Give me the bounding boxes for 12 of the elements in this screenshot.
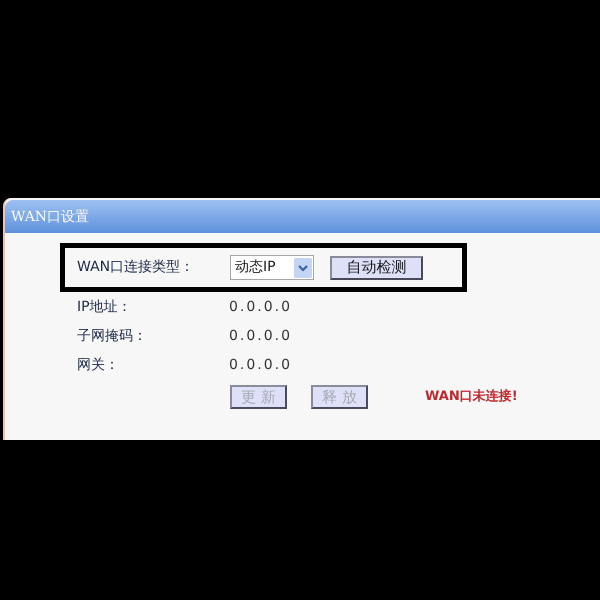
field-label: 网关： bbox=[77, 356, 120, 375]
field-label: IP地址： bbox=[77, 298, 133, 317]
status-message: WAN口未连接! bbox=[425, 388, 518, 406]
action-button[interactable]: 自动检测 bbox=[330, 256, 423, 280]
connection-type-select[interactable]: 动态IP bbox=[230, 255, 314, 280]
field-value: 0.0.0.0 bbox=[229, 327, 292, 346]
chevron-down-icon bbox=[294, 258, 312, 278]
panel-title: WAN口设置 bbox=[11, 210, 90, 224]
connection-type-label: WAN口连接类型： bbox=[77, 258, 196, 277]
field-value: 0.0.0.0 bbox=[229, 356, 292, 375]
field-value: 0.0.0.0 bbox=[229, 298, 292, 317]
field-label: 子网掩码： bbox=[77, 327, 148, 346]
